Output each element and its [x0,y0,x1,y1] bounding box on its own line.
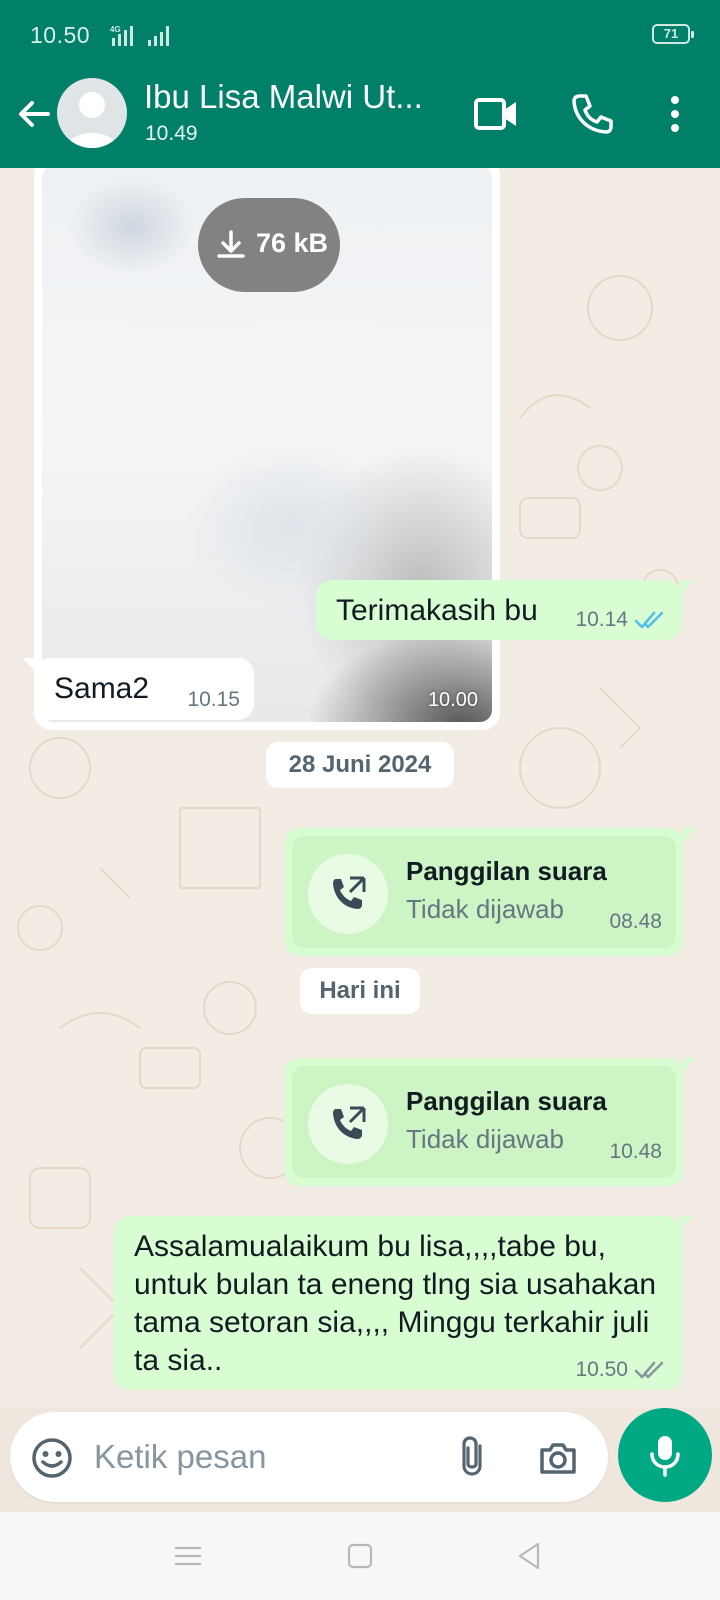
message-time: 10.50 [575,1358,628,1381]
camera-icon[interactable] [536,1436,580,1480]
more-vert-icon[interactable] [650,88,700,140]
chat-header: Ibu Lisa Malwi Ut... 10.49 [0,70,720,168]
status-time: 10.50 [30,22,91,48]
voice-call-message[interactable]: Panggilan suara Tidak dijawab 08.48 [284,828,696,956]
voice-call-message[interactable]: Panggilan suara Tidak dijawab 10.48 [284,1058,696,1186]
double-check-icon [634,611,664,629]
recents-icon[interactable] [172,1540,204,1572]
video-camera-icon[interactable] [470,88,522,140]
back-arrow-icon[interactable] [12,92,56,136]
message-input-container[interactable] [10,1412,608,1502]
call-title: Panggilan suara [406,1086,607,1116]
nav-back-icon[interactable] [514,1540,546,1572]
chat-area[interactable]: 76 kB 10.00 Terimakasih bu 10.14 Sama2 1… [0,168,720,1408]
avatar[interactable] [57,78,127,148]
mic-icon [650,1436,680,1477]
date-separator: 28 Juni 2024 [266,742,454,788]
phone-icon[interactable] [566,88,618,140]
download-icon [217,230,245,258]
call-icon-container [308,854,388,934]
signal-icon: 4G [110,25,169,46]
message-time: 10.00 [427,689,478,711]
call-title: Panggilan suara [406,856,607,886]
outgoing-call-icon [333,1106,366,1139]
outgoing-call-icon [333,876,366,909]
mic-button[interactable] [618,1408,712,1502]
composer [0,1408,720,1512]
default-avatar-icon [67,92,117,148]
call-icon-container [308,1084,388,1164]
last-seen: 10.49 [145,122,198,145]
message-input[interactable] [94,1434,424,1480]
svg-text:4G: 4G [110,25,121,34]
date-separator: Hari ini [300,968,420,1014]
download-button[interactable]: 76 kB [198,198,340,292]
image-message[interactable]: 76 kB 10.00 [34,168,500,730]
status-bar: 10.50 4G 71 [0,0,720,70]
message-time: 10.48 [609,1140,662,1163]
message-time: 10.14 [575,608,628,631]
message-text: Sama2 [54,672,150,705]
home-icon[interactable] [344,1540,376,1572]
message-text: Terimakasih bu [336,594,538,627]
contact-name[interactable]: Ibu Lisa Malwi Ut... [144,78,444,116]
outgoing-message[interactable]: Assalamualaikum bu lisa,,,,tabe bu, untu… [114,1216,694,1390]
system-nav-bar [0,1512,720,1600]
outgoing-message[interactable]: Terimakasih bu 10.14 [316,580,694,640]
call-status: Tidak dijawab [406,894,565,924]
message-time: 08.48 [609,910,662,933]
call-status: Tidak dijawab [406,1124,565,1154]
message-time: 10.15 [187,688,240,711]
battery-indicator: 71 [652,24,694,44]
emoji-icon[interactable] [30,1436,74,1480]
paperclip-icon[interactable] [452,1434,496,1480]
file-size: 76 kB [256,228,329,258]
double-check-icon [634,1361,664,1379]
incoming-message[interactable]: Sama2 10.15 [22,658,254,720]
